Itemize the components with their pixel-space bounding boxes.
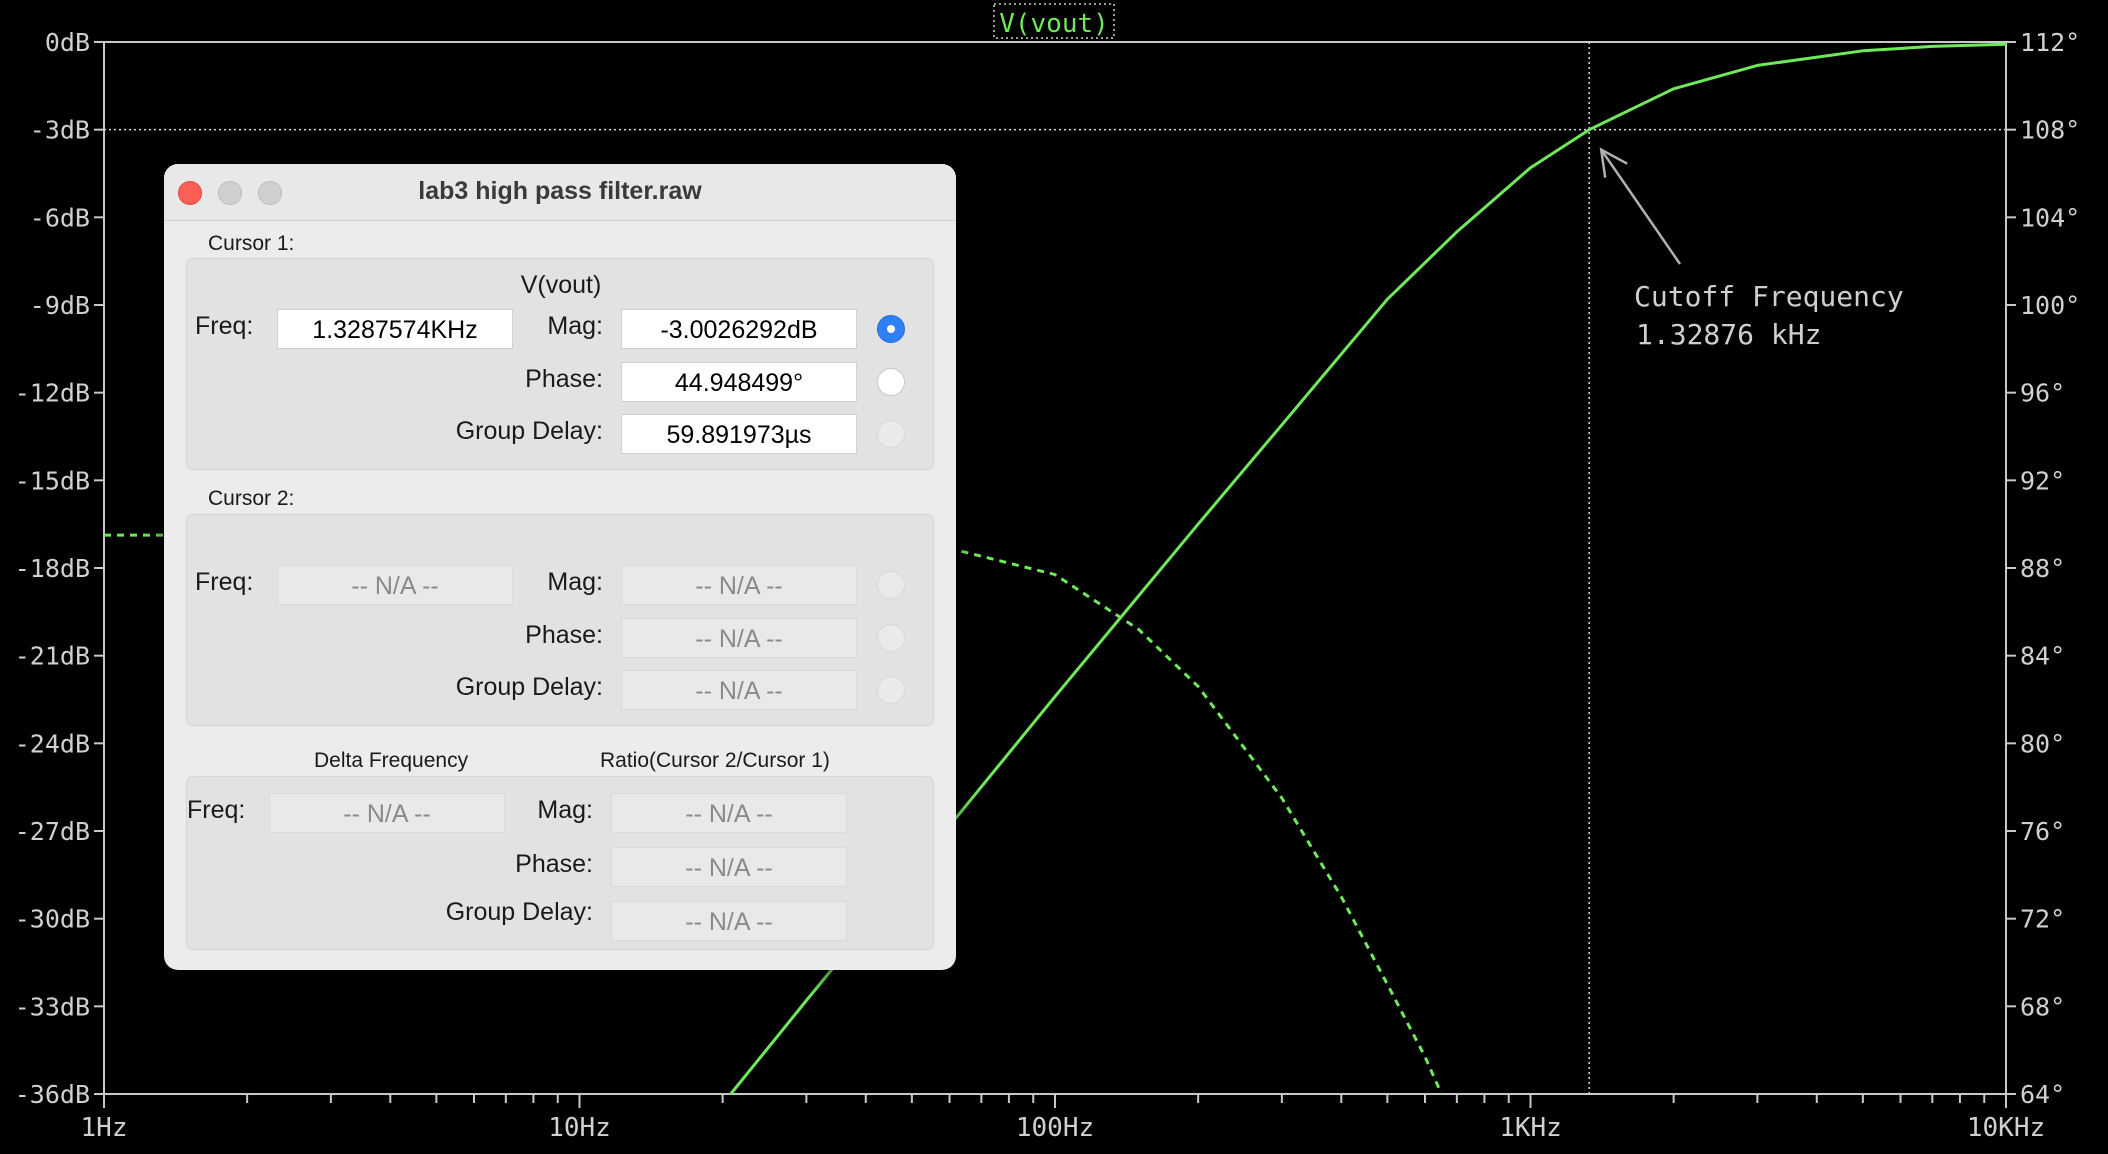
right-axis-tick-label: 92°	[2020, 466, 2065, 495]
right-axis-tick-label: 108°	[2020, 116, 2080, 145]
cursor-dialog[interactable]: lab3 high pass filter.raw Cursor 1: V(vo…	[164, 164, 956, 970]
left-axis-tick-label: -21dB	[15, 642, 90, 671]
ratio-mag-label: Mag:	[537, 796, 593, 824]
cursor2-phase-label: Phase:	[525, 621, 603, 649]
right-axis-tick-label: 76°	[2020, 817, 2065, 846]
cursor2-freq-label: Freq:	[195, 568, 254, 596]
left-axis-tick-label: -36dB	[15, 1080, 90, 1109]
cursor2-section-label: Cursor 2:	[208, 487, 295, 510]
left-axis-tick-label: -6dB	[30, 203, 90, 232]
right-axis-tick-label: 72°	[2020, 905, 2065, 934]
cursor1-phase-field[interactable]: 44.948499°	[621, 362, 857, 402]
x-axis-tick-label: 100Hz	[1016, 1113, 1094, 1143]
cursor1-trace-name: V(vout)	[520, 271, 602, 299]
cursor2-mag-label: Mag:	[547, 568, 603, 596]
right-axis-tick-label: 96°	[2020, 379, 2065, 408]
left-axis-tick-label: -24dB	[15, 729, 90, 758]
cursor2-gd-radio[interactable]	[877, 676, 905, 704]
left-axis-tick-label: -9dB	[30, 291, 90, 320]
cursor1-phase-radio[interactable]	[877, 368, 905, 396]
right-axis-tick-label: 80°	[2020, 729, 2065, 758]
ratio-header: Ratio(Cursor 2/Cursor 1)	[600, 749, 830, 772]
dialog-titlebar[interactable]: lab3 high pass filter.raw	[164, 164, 956, 221]
cursor2-mag-radio[interactable]	[877, 571, 905, 599]
cursor2-group: Freq: -- N/A -- Mag: -- N/A -- Phase: --…	[186, 514, 934, 726]
cursor1-mag-field[interactable]: -3.0026292dB	[621, 309, 857, 349]
cursor2-phase-radio[interactable]	[877, 624, 905, 652]
trace-label: V(vout)	[999, 9, 1109, 39]
right-axis-tick-label: 100°	[2020, 291, 2080, 320]
annotation-text-line2: 1.32876 kHz	[1636, 318, 1821, 351]
cursor1-gd-field[interactable]: 59.891973µs	[621, 414, 857, 454]
x-axis-tick-label: 10Hz	[548, 1113, 611, 1143]
cursor1-mag-radio[interactable]	[877, 315, 905, 343]
ratio-gd-field[interactable]: -- N/A --	[611, 901, 847, 941]
cursor2-gd-field[interactable]: -- N/A --	[621, 670, 857, 710]
x-axis-tick-label: 1Hz	[81, 1113, 128, 1143]
left-axis-tick-label: -12dB	[15, 379, 90, 408]
right-axis-tick-label: 68°	[2020, 992, 2065, 1021]
left-axis-tick-label: -30dB	[15, 905, 90, 934]
x-axis-tick-label: 10KHz	[1967, 1113, 2045, 1143]
ratio-mag-field[interactable]: -- N/A --	[611, 793, 847, 833]
right-axis-tick-label: 88°	[2020, 554, 2065, 583]
cursor1-gd-label: Group Delay:	[455, 417, 603, 445]
right-axis-tick-label: 112°	[2020, 28, 2080, 57]
cursor1-mag-label: Mag:	[547, 312, 603, 340]
cursor2-phase-field[interactable]: -- N/A --	[621, 618, 857, 658]
left-axis-tick-label: -18dB	[15, 554, 90, 583]
cursor1-gd-radio[interactable]	[877, 420, 905, 448]
delta-freq-label: Freq:	[187, 796, 246, 824]
left-axis-tick-label: -27dB	[15, 817, 90, 846]
x-axis-tick-label: 1KHz	[1499, 1113, 1562, 1143]
left-axis-tick-label: -15dB	[15, 466, 90, 495]
left-axis-tick-label: -3dB	[30, 116, 90, 145]
dialog-title: lab3 high pass filter.raw	[418, 177, 702, 205]
delta-group: Freq: -- N/A -- Mag: -- N/A -- Phase: --…	[186, 776, 934, 950]
cursor2-gd-label: Group Delay:	[455, 673, 603, 701]
cursor1-freq-label: Freq:	[195, 312, 254, 340]
cursor2-mag-field[interactable]: -- N/A --	[621, 565, 857, 605]
delta-frequency-header: Delta Frequency	[314, 749, 469, 772]
right-axis-tick-label: 104°	[2020, 203, 2080, 232]
cursor1-group: V(vout) Freq: 1.3287574KHz Mag: -3.00262…	[186, 258, 934, 470]
cursor1-phase-label: Phase:	[525, 365, 603, 393]
cursor1-section-label: Cursor 1:	[208, 232, 295, 255]
annotation-text-line1: Cutoff Frequency	[1634, 280, 1904, 313]
right-axis-tick-label: 64°	[2020, 1080, 2065, 1109]
annotation-arrow-shaft	[1600, 148, 1682, 265]
right-axis-tick-label: 84°	[2020, 642, 2065, 671]
ratio-phase-label: Phase:	[515, 850, 593, 878]
left-axis-tick-label: -33dB	[15, 992, 90, 1021]
ratio-phase-field[interactable]: -- N/A --	[611, 847, 847, 887]
ratio-gd-label: Group Delay:	[445, 898, 593, 926]
left-axis-tick-label: 0dB	[45, 28, 90, 57]
